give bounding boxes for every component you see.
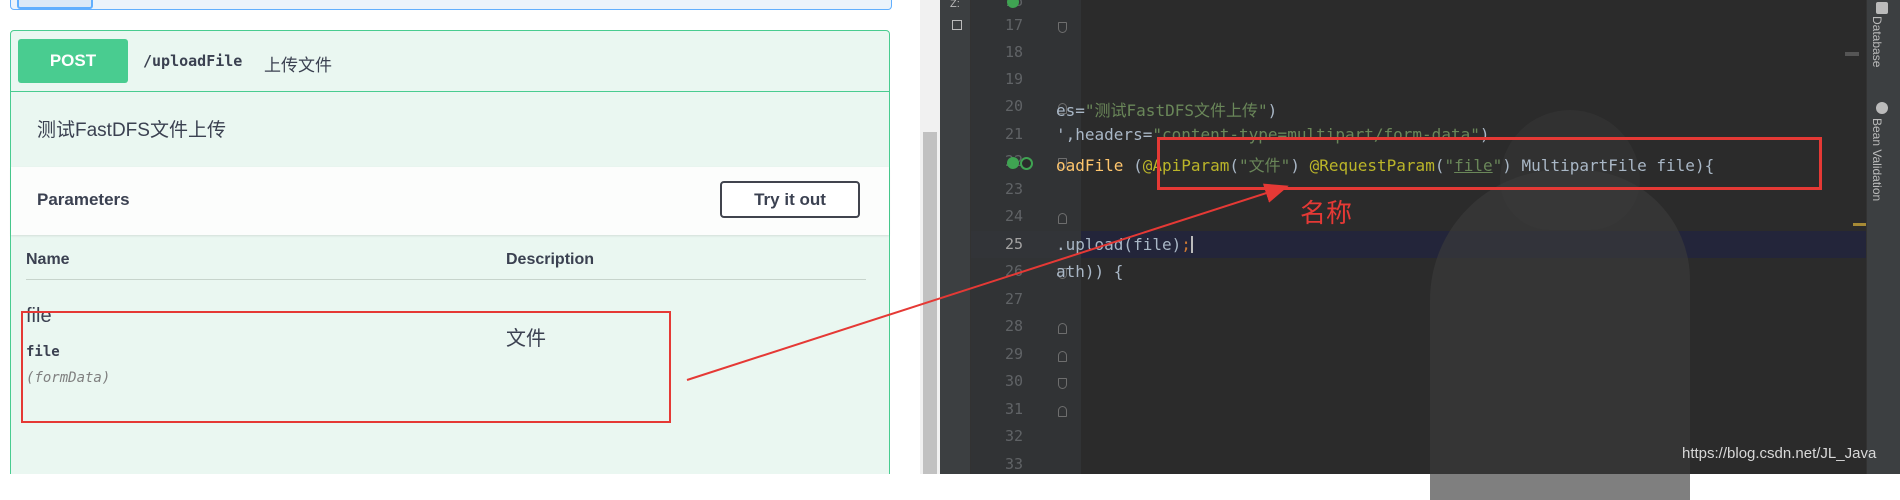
line-number: 30: [1004, 372, 1023, 390]
code-highlight-box: [1157, 137, 1822, 190]
line-number: 20: [1004, 97, 1023, 115]
text-caret: [1190, 236, 1193, 253]
line-number: 18: [1004, 43, 1023, 61]
method-badge[interactable]: POST: [18, 39, 128, 83]
navigate-gutter-icon[interactable]: [1020, 157, 1033, 170]
tab-database[interactable]: Database: [1870, 16, 1884, 67]
editor-scroll-marker[interactable]: [1845, 52, 1859, 56]
fold-marker-icon[interactable]: [1058, 406, 1067, 417]
operation-description: 测试FastDFS文件上传: [37, 120, 226, 141]
line-number: 33: [1004, 455, 1023, 473]
line-number: 32: [1004, 427, 1023, 445]
background-image-figure: [1430, 170, 1690, 500]
scrollbar-thumb[interactable]: [923, 132, 937, 474]
code-line-26[interactable]: ath)) {: [1056, 262, 1123, 281]
line-number-current: 25: [1004, 235, 1023, 253]
code-line-25[interactable]: .upload(file);: [1056, 235, 1193, 254]
structure-icon[interactable]: [952, 20, 962, 30]
parameters-title: Parameters: [37, 190, 130, 209]
line-number: 17: [1004, 16, 1023, 34]
code-line-20[interactable]: es="测试FastDFS文件上传"): [1056, 97, 1277, 121]
previous-method-badge[interactable]: [17, 0, 93, 9]
column-header-description: Description: [506, 251, 595, 268]
fold-marker-icon[interactable]: [1058, 351, 1067, 362]
structure-tab-label[interactable]: Z:: [950, 0, 960, 10]
mapping-gutter-icon[interactable]: [1007, 157, 1019, 169]
database-icon[interactable]: [1876, 2, 1888, 14]
try-it-out-button[interactable]: Try it out: [720, 181, 860, 218]
right-tool-strip: [1866, 0, 1900, 474]
annotation-label: 名称: [1300, 198, 1353, 228]
fold-marker-icon[interactable]: [1058, 22, 1067, 33]
watermark-text: https://blog.csdn.net/JL_Java: [1682, 445, 1877, 462]
fold-marker-icon[interactable]: [1058, 323, 1067, 334]
param-highlight-box: [21, 311, 671, 423]
line-number: 31: [1004, 400, 1023, 418]
tab-bean-validation[interactable]: Bean Validation: [1870, 118, 1884, 201]
fold-marker-icon[interactable]: [1058, 213, 1067, 224]
operation-summary[interactable]: POST /uploadFile 上传文件: [11, 31, 889, 92]
swagger-panel: POST /uploadFile 上传文件 测试FastDFS文件上传 Para…: [0, 0, 940, 474]
line-number: 29: [1004, 345, 1023, 363]
column-header-name: Name: [26, 251, 70, 268]
table-header-divider: [26, 279, 866, 280]
line-number: 28: [1004, 317, 1023, 335]
line-number: 24: [1004, 207, 1023, 225]
left-tool-strip: Z:: [940, 0, 971, 474]
parameters-header: Parameters Try it out: [11, 167, 889, 235]
line-number: 21: [1004, 125, 1023, 143]
previous-operation-block[interactable]: [10, 0, 892, 10]
bean-validation-icon[interactable]: [1876, 102, 1888, 114]
line-number: 27: [1004, 290, 1023, 308]
line-number: 26: [1004, 262, 1023, 280]
line-number: 23: [1004, 180, 1023, 198]
operation-summary-text[interactable]: 上传文件: [264, 51, 332, 76]
operation-path[interactable]: /uploadFile: [143, 52, 242, 70]
fold-marker-icon[interactable]: [1058, 378, 1067, 389]
line-number: 19: [1004, 70, 1023, 88]
